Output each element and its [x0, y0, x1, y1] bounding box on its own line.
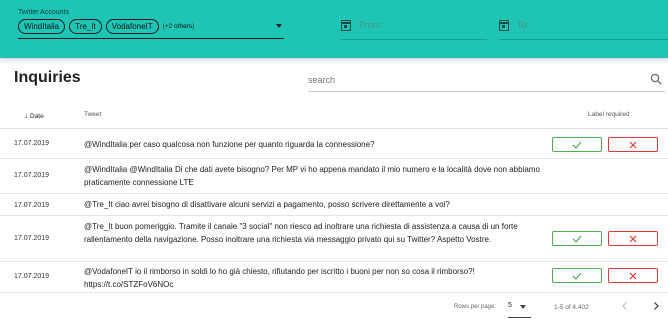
row-date: 17.07.2019	[14, 235, 50, 242]
accounts-underline	[18, 38, 284, 39]
calendar-icon[interactable]	[499, 20, 509, 31]
chevron-down-icon[interactable]	[276, 24, 282, 28]
row-tweet: @Tre_It buon pomeriggio. Tramite il cana…	[84, 222, 518, 244]
table-row: 17.07.2019 @WindItalia per caso qualcosa…	[0, 129, 668, 159]
date-column-label: Date	[30, 113, 44, 120]
checkmark-icon	[572, 141, 582, 149]
more-accounts-text: (+2 others)	[162, 22, 195, 30]
table-row: 17.07.2019 @WindItalia @WindItalia Di ch…	[0, 159, 668, 194]
chevron-right-icon[interactable]	[651, 301, 661, 311]
row-tweet: @VodafoneIT io il rimborso in soldi lo h…	[84, 267, 475, 289]
accounts-label: Twitter Accounts	[18, 9, 69, 16]
arrow-down-icon[interactable]: ↓	[24, 111, 28, 120]
rows-per-page-underline	[508, 317, 531, 318]
table-row: 17.07.2019 @Tre_It ciao avrei bisogno di…	[0, 194, 668, 216]
row-date: 17.07.2019	[14, 140, 50, 147]
chevron-down-icon[interactable]	[520, 305, 526, 309]
to-date-label: To:	[517, 20, 530, 30]
label-required-column-header: Label required	[588, 111, 630, 118]
date-column-header[interactable]: ↓ Date	[24, 111, 44, 120]
approve-button[interactable]	[552, 231, 602, 246]
checkmark-icon	[572, 272, 582, 280]
reject-button[interactable]	[608, 137, 658, 152]
accounts-select[interactable]: WindItalia Tre_It VodafoneIT (+2 others)	[18, 17, 284, 35]
checkmark-icon	[572, 235, 582, 243]
page-range-text: 1-5 of 4,402	[554, 304, 589, 311]
calendar-icon[interactable]	[341, 20, 351, 31]
close-icon	[629, 235, 637, 242]
rows-per-page-label: Rows per page:	[454, 304, 497, 310]
account-chip[interactable]: Tre_It	[69, 18, 102, 34]
search-input[interactable]	[308, 70, 638, 90]
reject-button[interactable]	[608, 231, 658, 246]
table-row: 17.07.2019 @VodafoneIT io il rimborso in…	[0, 262, 668, 293]
from-date-underline	[341, 39, 487, 40]
to-date-field[interactable]: To:	[499, 14, 668, 40]
tweet-column-header: Tweet	[84, 111, 102, 118]
reject-button[interactable]	[608, 268, 658, 283]
account-chip[interactable]: WindItalia	[18, 18, 66, 34]
search-box	[308, 70, 665, 92]
pagination: Rows per page: 5 1-5 of 4,402	[0, 296, 668, 320]
approve-button[interactable]	[552, 268, 602, 283]
from-date-label: From:	[359, 20, 383, 30]
table-header: ↓ Date Tweet Label required	[0, 103, 668, 129]
row-date: 17.07.2019	[14, 202, 50, 209]
row-date: 17.07.2019	[14, 273, 50, 280]
search-icon[interactable]	[650, 73, 662, 85]
table-row: 17.07.2019 @Tre_It buon pomeriggio. Tram…	[0, 216, 668, 262]
row-date: 17.07.2019	[14, 172, 50, 179]
row-tweet: @Tre_It ciao avrei bisogno di disattivar…	[84, 200, 450, 209]
close-icon	[629, 141, 637, 148]
approve-button[interactable]	[552, 137, 602, 152]
rows-per-page-select[interactable]: 5	[508, 302, 512, 309]
from-date-field[interactable]: From:	[341, 14, 487, 40]
to-date-underline	[499, 39, 668, 40]
chevron-left-icon[interactable]	[620, 301, 630, 311]
row-tweet: @WindItalia per caso qualcosa non funzio…	[84, 140, 375, 149]
row-tweet: @WindItalia @WindItalia Di che dati avet…	[84, 165, 540, 187]
close-icon	[629, 272, 637, 279]
search-underline	[308, 91, 665, 92]
filter-bar: Twitter Accounts WindItalia Tre_It Vodaf…	[0, 0, 668, 58]
page-title: Inquiries	[14, 69, 81, 86]
account-chip[interactable]: VodafoneIT	[105, 18, 159, 34]
